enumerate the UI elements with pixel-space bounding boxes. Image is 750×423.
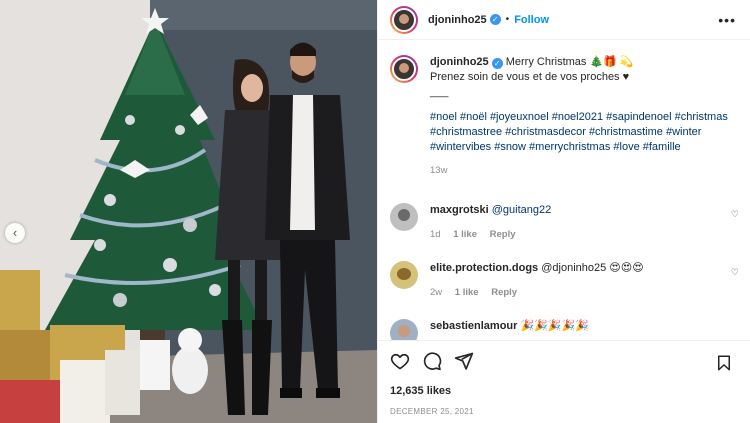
comment-item: sebastienlamour 🎉🎉🎉🎉🎉 [378,319,750,340]
more-options-icon[interactable]: ••• [718,12,736,28]
comment-meta: 1d 1 like Reply [430,227,720,242]
avatar[interactable] [390,55,418,83]
reply-button[interactable]: Reply [490,229,516,240]
caption-line-1: Merry Christmas 🎄🎁 💫 [505,56,634,68]
caption-time[interactable]: 13w [430,163,739,178]
verified-icon: ✓ [489,14,501,25]
avatar[interactable] [390,319,418,340]
follow-button[interactable]: Follow [514,14,549,26]
christmas-photo-illustration [0,0,377,423]
share-icon[interactable] [454,351,474,371]
caption: djoninho25 ✓ Merry Christmas 🎄🎁 💫 Prenez … [378,41,750,178]
bookmark-icon[interactable] [715,354,733,372]
comment-meta: 2w 1 like Reply [430,285,720,300]
comment-item: elite.protection.dogs @djoninho25 😍😍😍 2w… [378,261,750,300]
comment-item: maxgrotski @guitang22 1d 1 like Reply ♡ [378,203,750,242]
comment-heart-icon[interactable]: ♡ [731,209,739,220]
comment-username[interactable]: maxgrotski [430,204,489,216]
separator-dot: • [505,14,510,25]
post-date[interactable]: December 25, 2021 [378,407,750,416]
chevron-left-icon[interactable]: ‹ [5,223,25,243]
comment-username[interactable]: sebastienlamour [430,320,517,332]
heart-icon[interactable] [390,351,410,371]
post-actions: 12,635 likes December 25, 2021 [378,340,750,423]
verified-icon: ✓ [491,58,503,69]
comment-likes[interactable]: 1 like [455,287,479,298]
post-sidebar: djoninho25 ✓ • Follow ••• djoninho25 ✓ Me… [377,0,750,423]
comment-body: sebastienlamour 🎉🎉🎉🎉🎉 [430,319,720,340]
reply-button[interactable]: Reply [491,287,517,298]
avatar[interactable] [390,261,418,289]
post-photo[interactable]: ‹ [0,0,377,423]
comment-time[interactable]: 2w [430,287,442,298]
comment-text[interactable]: @guitang22 [492,204,552,216]
comment-time[interactable]: 1d [430,229,441,240]
instagram-post: ‹ djoninho25 ✓ • Follow ••• djoninho25 ✓ … [0,0,750,423]
post-header: djoninho25 ✓ • Follow ••• [378,0,750,40]
likes-count[interactable]: 12,635 likes [378,385,750,397]
comment-body: maxgrotski @guitang22 1d 1 like Reply [430,203,720,242]
comment-body: elite.protection.dogs @djoninho25 😍😍😍 2w… [430,261,720,300]
action-icons [378,341,750,381]
comment-likes[interactable]: 1 like [453,229,477,240]
comment-text[interactable]: @djoninho25 😍😍😍 [541,262,643,274]
author-username[interactable]: djoninho25 [428,14,487,26]
caption-hashtags[interactable]: #noel #noël #joyeuxnoel #noel2021 #sapin… [430,110,739,155]
avatar[interactable] [390,5,418,34]
caption-body: djoninho25 ✓ Merry Christmas 🎄🎁 💫 Prenez … [430,55,739,178]
comment-icon[interactable] [422,351,442,371]
comments-area[interactable]: djoninho25 ✓ Merry Christmas 🎄🎁 💫 Prenez … [378,41,750,340]
avatar[interactable] [390,203,418,231]
comment-username[interactable]: elite.protection.dogs [430,262,538,274]
caption-line-3: ___ [430,86,449,98]
caption-username[interactable]: djoninho25 [430,56,489,68]
caption-line-2: Prenez soin de vous et de vos proches ♥ [430,71,630,83]
comment-text[interactable]: 🎉🎉🎉🎉🎉 [520,320,588,332]
comment-heart-icon[interactable]: ♡ [731,267,739,278]
